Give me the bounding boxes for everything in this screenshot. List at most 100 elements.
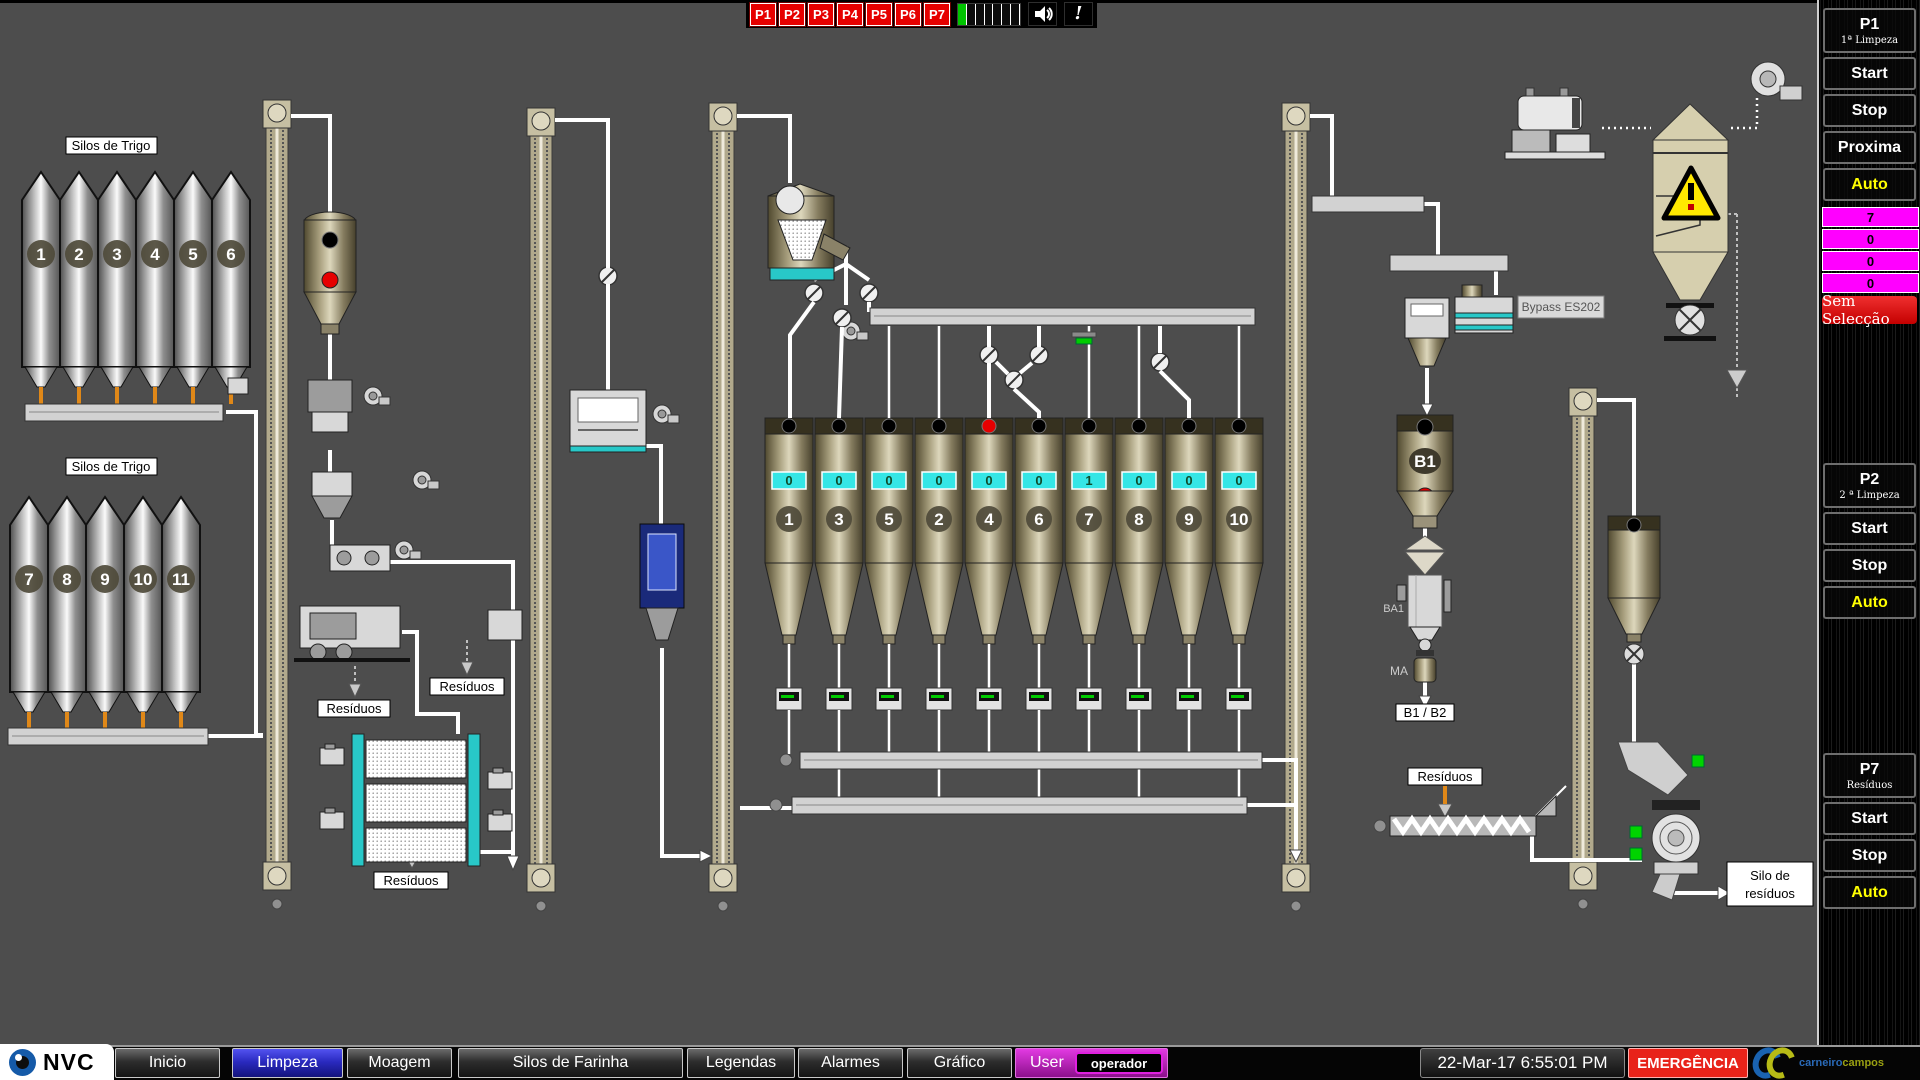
silos-trigo-label-1: Silos de Trigo (72, 138, 151, 153)
nav-limpeza[interactable]: Limpeza (232, 1048, 343, 1078)
mute-button[interactable] (1028, 2, 1057, 26)
b1-bin[interactable]: B1 (1397, 415, 1453, 528)
silo-body[interactable] (162, 497, 200, 692)
p1-proxima-button[interactable]: Proxima (1823, 131, 1916, 164)
silo-body[interactable] (174, 172, 212, 367)
cleaning-machines (294, 380, 522, 660)
p1-title: P1 (1860, 16, 1880, 34)
first-cleaning-hopper[interactable] (304, 212, 356, 334)
bin-level-value: 0 (1235, 473, 1242, 488)
p2-subtitle: 2 ª Limpeza (1839, 490, 1899, 501)
process-mimic: 123456 7891011 010305020406170809010 (0, 0, 1817, 1045)
page-button-p2[interactable]: P2 (779, 3, 805, 26)
nav-legendas[interactable]: Legendas (687, 1048, 795, 1078)
p7-stop-button[interactable]: Stop (1823, 839, 1916, 872)
user-panel[interactable]: User operador (1015, 1048, 1168, 1078)
silo-body[interactable] (48, 497, 86, 692)
bin-number: 3 (834, 510, 843, 529)
p7-title: P7 (1860, 761, 1880, 779)
silo-number: 1 (36, 245, 45, 264)
bin-body[interactable] (965, 418, 1013, 563)
silo-number: 4 (150, 245, 160, 264)
bin-number: 8 (1134, 510, 1143, 529)
top-alarm-bar: P1 P2 P3 P4 P5 P6 P7 ! (746, 0, 1097, 28)
silo-body[interactable] (98, 172, 136, 367)
bin-body[interactable] (1015, 418, 1063, 563)
nav-grafico[interactable]: Gráfico (907, 1048, 1012, 1078)
p7-section-button[interactable]: P7 Resíduos (1823, 753, 1916, 798)
feeder-run-indicator (981, 695, 994, 698)
p2-stop-button[interactable]: Stop (1823, 549, 1916, 582)
valve-run-indicator-1 (1630, 826, 1642, 838)
residuos-label-2: Resíduos (440, 679, 495, 694)
nav-alarmes[interactable]: Alarmes (798, 1048, 903, 1078)
emergency-button[interactable]: EMERGÊNCIA (1628, 1048, 1748, 1078)
page-button-p7[interactable]: P7 (924, 3, 950, 26)
p1-section-button[interactable]: P1 1ª Limpeza (1823, 8, 1916, 53)
distribution-conveyor (870, 308, 1255, 344)
bypass-button-label[interactable]: Bypass ES202 (1522, 300, 1601, 314)
silo-residuos-label-line2: resíduos (1745, 886, 1795, 901)
silo-body[interactable] (124, 497, 162, 692)
residues-rotary-valve[interactable] (1618, 742, 1704, 900)
silo-body[interactable] (10, 497, 48, 692)
p1-stop-button[interactable]: Stop (1823, 94, 1916, 127)
plansifter[interactable] (320, 734, 512, 866)
p7-start-button[interactable]: Start (1823, 802, 1916, 835)
bin-level-value: 1 (1085, 473, 1092, 488)
diverter-valve-icons[interactable] (599, 267, 1169, 389)
silo-body[interactable] (86, 497, 124, 692)
wheat-silos-group-2[interactable]: 7891011 (10, 497, 200, 728)
second-cleaning-silo[interactable] (1608, 516, 1660, 664)
scada-screen: 123456 7891011 010305020406170809010 (0, 0, 1920, 1080)
p1-value-1: 7 (1822, 207, 1919, 227)
nav-inicio[interactable]: Inicio (115, 1048, 220, 1078)
bin-body[interactable] (1215, 418, 1263, 563)
p2-start-button[interactable]: Start (1823, 512, 1916, 545)
bin-status-indicator (832, 419, 846, 433)
bin-body[interactable] (915, 418, 963, 563)
silo-body[interactable] (136, 172, 174, 367)
p2-title: P2 (1860, 471, 1880, 489)
bin-body[interactable] (1065, 418, 1113, 563)
page-button-p6[interactable]: P6 (895, 3, 921, 26)
page-button-p4[interactable]: P4 (837, 3, 863, 26)
ba1-scale: BA1 (1383, 536, 1451, 656)
feeder-run-indicator (881, 695, 894, 698)
logged-user-button[interactable]: operador (1075, 1052, 1163, 1074)
bin-status-indicator (932, 419, 946, 433)
p7-auto-button[interactable]: Auto (1823, 876, 1916, 909)
bin-body[interactable] (1115, 418, 1163, 563)
bin-status-indicator (1032, 419, 1046, 433)
nav-moagem[interactable]: Moagem (347, 1048, 452, 1078)
filter-cyclone[interactable] (1653, 104, 1747, 388)
p2-auto-button[interactable]: Auto (1823, 586, 1916, 619)
feeder-run-indicator (831, 695, 844, 698)
bin-number: 7 (1084, 510, 1093, 529)
silo-body[interactable] (22, 172, 60, 367)
p1-auto-button[interactable]: Auto (1823, 168, 1916, 201)
nav-silos-de-farinha[interactable]: Silos de Farinha (458, 1048, 683, 1078)
page-button-p5[interactable]: P5 (866, 3, 892, 26)
bin-body[interactable] (1165, 418, 1213, 563)
datetime-display: 22-Mar-17 6:55:01 PM (1420, 1048, 1625, 1078)
wheat-silos-group-1[interactable]: 123456 (22, 172, 250, 404)
silo-body[interactable] (60, 172, 98, 367)
bin-body[interactable] (865, 418, 913, 563)
cleaning-bins[interactable]: 010305020406170809010 (765, 418, 1263, 799)
bin-body[interactable] (815, 418, 863, 563)
p1-start-button[interactable]: Start (1823, 57, 1916, 90)
bin-body[interactable] (765, 418, 813, 563)
bin-number: 4 (984, 510, 994, 529)
p1-selection-status: Sem Selecção (1822, 296, 1917, 324)
feeder-run-indicator (1031, 695, 1044, 698)
aspiration-fan (1751, 62, 1802, 100)
alarm-ack-button[interactable]: ! (1064, 2, 1093, 26)
air-classifier (640, 524, 684, 640)
page-button-p1[interactable]: P1 (750, 3, 776, 26)
p2-section-button[interactable]: P2 2 ª Limpeza (1823, 463, 1916, 508)
silos-trigo-label-2: Silos de Trigo (72, 459, 151, 474)
bin-level-value: 0 (1135, 473, 1142, 488)
page-button-p3[interactable]: P3 (808, 3, 834, 26)
silo-body[interactable] (212, 172, 250, 367)
